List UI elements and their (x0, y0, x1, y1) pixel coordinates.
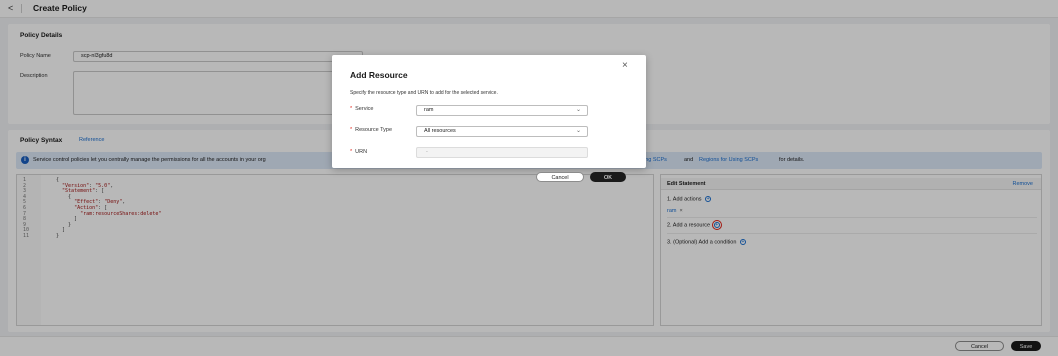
urn-label-text: URN (355, 149, 368, 155)
service-select[interactable]: ram ⌄ (416, 105, 588, 116)
service-label-text: Service (355, 106, 374, 112)
service-value: ram (424, 107, 434, 113)
dialog-ok-button[interactable]: OK (590, 172, 626, 182)
resource-type-value: All resources (424, 128, 456, 134)
resource-type-select[interactable]: All resources ⌄ (416, 126, 588, 137)
dialog-title: Add Resource (350, 70, 408, 80)
service-label: * Service (350, 106, 373, 112)
dialog-description: Specify the resource type and URN to add… (350, 90, 498, 96)
resource-type-label-text: Resource Type (355, 127, 393, 133)
urn-input: - (416, 147, 588, 158)
required-mark: * (350, 149, 353, 155)
modal-overlay[interactable] (0, 0, 1058, 356)
chevron-down-icon: ⌄ (575, 128, 581, 134)
resource-type-label: * Resource Type (350, 127, 392, 133)
required-mark: * (350, 106, 353, 112)
required-mark: * (350, 127, 353, 133)
dialog-cancel-button[interactable]: Cancel (536, 172, 584, 182)
add-resource-dialog: Add Resource × Specify the resource type… (332, 55, 646, 182)
chevron-down-icon: ⌄ (575, 107, 581, 113)
urn-label: * URN (350, 149, 367, 155)
close-icon[interactable]: × (622, 60, 628, 71)
